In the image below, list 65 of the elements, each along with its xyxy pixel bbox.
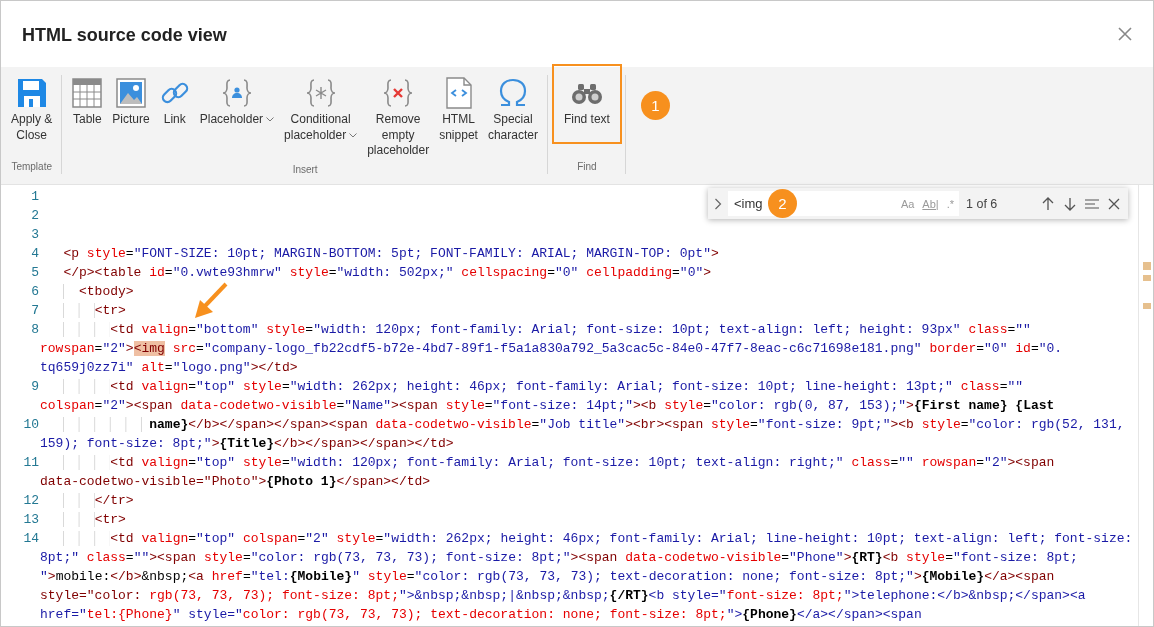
- group-label: Insert: [292, 162, 318, 177]
- code-line: <p style="FONT-SIZE: 10pt; MARGIN-BOTTOM: 5pt; FONT-FAMILY: ARIAL; MARGIN-TOP: 0pt">: [62, 245, 719, 263]
- line-number: 5: [30, 264, 40, 282]
- ribbon-button[interactable]: Find text: [553, 66, 620, 142]
- line-number: 3: [30, 226, 40, 244]
- code-line: rowspan="2"><img src="company-logo_fb22cdf5-b72e-4bd7-89f1-f5a1a830a792_5a3cac5c-84e0-47f7-8eac-c6c71698e181.png" border="0" id="0.: [40, 340, 1063, 358]
- annotation-arrow: [193, 282, 229, 320]
- line-number: 7: [30, 302, 40, 320]
- code-line: <tbody>: [40, 282, 134, 301]
- code-line: name}</b></span></span><span data-codetwo-visible="Job title"><br><span style="font-size: 9pt;"><b style="color: rgb(52, 131,: [40, 415, 1125, 434]
- ribbon-button[interactable]: Conditional placeholder: [280, 77, 362, 143]
- line-number: 6: [30, 283, 40, 301]
- code-line: style="color: rgb(73, 73, 73); font-size: 8pt;">&nbsp;&nbsp;|&nbsp;&nbsp;{/RT}<b style="font-size: 8pt;">telephone:</b>&nbsp;</span><a: [40, 587, 1086, 605]
- code-line: 8pt;" class=""><span style="color: rgb(73, 73, 73); font-size: 8pt;"><span data-codetwo-visible="Phone">{RT}<b style="font-size: 8pt;: [40, 549, 1078, 567]
- code-line: <tr>: [40, 301, 126, 320]
- code-line: <td valign="top" style="width: 120px; font-family: Arial; font-size: 10pt; text-align: right;" class="" rowspan="2"><span: [40, 453, 1055, 472]
- save-icon: [15, 77, 48, 109]
- line-number: 9: [30, 378, 40, 396]
- dialog-title: HTML source code view: [22, 24, 228, 46]
- line-number: 11: [22, 454, 40, 472]
- ribbon-button[interactable]: Special character: [483, 77, 542, 143]
- code-line: colspan="2"><span data-codetwo-visible="Name"><span style="font-size: 14pt;"><b style="color: rgb(0, 87, 153);">{First name} {Last: [40, 397, 1055, 415]
- group-label: Template: [11, 160, 52, 174]
- line-number: 4: [30, 245, 40, 263]
- chevron-icon[interactable]: [714, 197, 722, 210]
- code-line: data-codetwo-visible="Photo">{Photo 1}</span></td>: [40, 473, 431, 491]
- line-number: 14: [22, 530, 40, 548]
- close-button[interactable]: [1117, 26, 1133, 42]
- asterisk-braces-icon: [304, 77, 337, 109]
- code-line: <td valign="bottom" style="width: 120px; font-family: Arial; font-size: 10pt; text-align: left; height: 93px" class="": [40, 320, 1031, 339]
- ribbon-button[interactable]: Link: [155, 77, 194, 128]
- placeholder-icon: [220, 77, 253, 109]
- match-marker: [1143, 262, 1151, 270]
- match-marker: [1143, 303, 1151, 309]
- code-line: <td valign="top" style="width: 262px; height: 46px; font-family: Arial; font-size: 10pt; line-height: 13pt;" class="": [40, 377, 1024, 396]
- table-icon: [72, 78, 103, 108]
- code-line: href="tel:{Phone}" style="color: rgb(73, 73, 73); text-decoration: none; font-size: 8pt;">{Phone}</a></span><span: [40, 606, 922, 624]
- line-number: 12: [22, 492, 40, 510]
- line-number: 2: [30, 207, 40, 225]
- ribbon-button[interactable]: Table: [68, 77, 107, 128]
- ribbon-button[interactable]: Placeholder: [195, 77, 279, 128]
- code-line: ">mobile:</b>&nbsp;<a href="tel:{Mobile}" style="color: rgb(73, 73, 73); text-decoration: none; font-size: 8pt;">{Mobile}</a><span: [40, 568, 1055, 586]
- code-line: </p><table id="0.vwte93hmrw" style="width: 502px;" cellspacing="0" cellpadding="0">: [62, 264, 712, 282]
- code-file-icon: [444, 77, 473, 109]
- line-number: 8: [30, 321, 40, 339]
- code-line: <td valign="top" colspan="2" style="width: 262px; height: 46px; font-family: Arial; line-height: 10pt; text-align: left; font-size:: [40, 529, 1133, 548]
- close-icon: [1117, 26, 1133, 42]
- line-number: 13: [22, 511, 40, 529]
- line-number: 10: [22, 416, 40, 434]
- ribbon-button[interactable]: HTML snippet: [435, 77, 482, 143]
- ribbon-button[interactable]: Picture: [108, 77, 154, 128]
- arrow-down-icon[interactable]: [1062, 195, 1078, 212]
- code-line: </tr>: [40, 491, 134, 510]
- group-label: Find: [577, 160, 597, 174]
- match-count: 1 of 6: [966, 196, 998, 211]
- remove-placeholder-icon: [382, 77, 415, 109]
- line-number: 1: [30, 188, 40, 206]
- code-line: 159); font-size: 8pt;">{Title}</b></span></span></td>: [40, 435, 454, 453]
- ribbon-button[interactable]: Apply & Close: [7, 77, 57, 143]
- code-line: tq659j0zz7i" alt="logo.png"></td>: [40, 359, 298, 377]
- arrow-up-icon[interactable]: [1040, 195, 1056, 212]
- code-line: <tr>: [40, 510, 126, 529]
- ribbon-button[interactable]: Remove empty placeholder: [363, 77, 434, 159]
- picture-icon: [116, 78, 147, 108]
- match-marker: [1143, 275, 1151, 281]
